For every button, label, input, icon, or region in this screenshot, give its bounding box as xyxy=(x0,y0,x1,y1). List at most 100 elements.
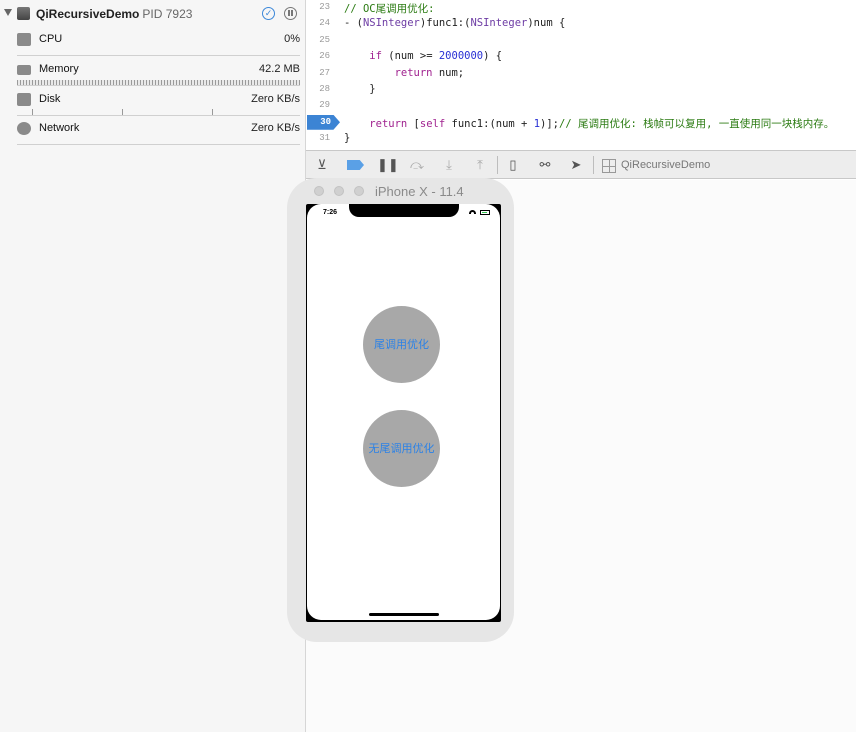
breakpoint-marker[interactable]: 30 xyxy=(307,114,340,130)
code-text: } xyxy=(344,132,350,144)
code-line[interactable]: 31} xyxy=(306,131,856,147)
disk-icon xyxy=(17,93,31,106)
gauge-value: 0% xyxy=(284,33,300,45)
code-line[interactable]: 24- (NSInteger)func1:(NSInteger)num { xyxy=(306,16,856,32)
code-token: } xyxy=(344,132,351,145)
line-number: 27 xyxy=(319,67,330,78)
process-pid: PID 7923 xyxy=(142,7,193,21)
code-token: } xyxy=(344,83,376,95)
code-token: func1:(num + xyxy=(445,117,534,130)
toolbar-separator xyxy=(593,156,594,174)
line-number: 23 xyxy=(319,2,330,12)
debug-navigator: QiRecursiveDemo PID 7923 ✓ CPU 0% Memory … xyxy=(0,0,306,732)
gauge-network[interactable]: Network Zero KB/s xyxy=(17,117,300,145)
simulator-window[interactable]: iPhone X - 11.4 7:26 尾调用优化 无尾调用优化 xyxy=(287,178,514,642)
line-number: 24 xyxy=(319,18,330,29)
gauge-value: Zero KB/s xyxy=(251,122,300,134)
gauge-label: CPU xyxy=(39,33,63,45)
debug-bar: ⊻ ❚❚ ⤼ ⤓ ⤒ ▯ ⚯ ➤ QiRecursiveDemo xyxy=(306,150,856,179)
code-text: } xyxy=(344,83,376,95)
code-text: return num; xyxy=(344,66,465,79)
close-window-icon[interactable] xyxy=(314,186,324,196)
code-token: NSInteger xyxy=(470,17,528,30)
battery-icon xyxy=(480,210,490,215)
process-row[interactable]: QiRecursiveDemo PID 7923 ✓ xyxy=(0,0,305,28)
iphone-notch xyxy=(349,204,459,217)
zoom-window-icon[interactable] xyxy=(354,186,364,196)
code-line[interactable]: 28 } xyxy=(306,82,856,98)
pause-process-icon[interactable] xyxy=(284,7,297,20)
app-icon xyxy=(17,7,30,20)
code-editor[interactable]: 23// OC尾调用优化: 24- (NSInteger)func1:(NSInt… xyxy=(306,0,856,150)
step-over-icon[interactable]: ⤼ xyxy=(409,157,425,173)
process-title: QiRecursiveDemo PID 7923 xyxy=(36,7,192,21)
breakpoints-toggle-icon[interactable] xyxy=(347,160,364,170)
disk-ticks xyxy=(32,109,230,115)
code-text: - (NSInteger)func1:(NSInteger)num { xyxy=(344,17,565,29)
line-number: 31 xyxy=(319,133,330,144)
gauge-label: Memory xyxy=(39,63,79,75)
process-name: QiRecursiveDemo xyxy=(36,7,140,21)
gauge-icon[interactable]: ✓ xyxy=(262,7,275,20)
code-token: )func1:( xyxy=(419,17,471,30)
home-indicator[interactable] xyxy=(369,613,439,616)
disclosure-triangle-icon[interactable] xyxy=(4,9,12,16)
code-token: 2000000 xyxy=(438,50,484,63)
wifi-icon xyxy=(469,210,476,214)
code-token: num; xyxy=(432,66,465,79)
code-line[interactable]: 30 return [self func1:(num + 1)];// 尾调用优… xyxy=(306,114,856,131)
memory-icon xyxy=(17,65,31,75)
gauge-memory[interactable]: Memory 42.2 MB xyxy=(17,58,300,86)
cpu-icon xyxy=(17,33,31,46)
memory-bar xyxy=(17,80,300,85)
line-number: 25 xyxy=(319,34,330,45)
step-into-icon[interactable]: ⤓ xyxy=(441,157,457,173)
gauge-value: Zero KB/s xyxy=(251,93,300,105)
network-icon xyxy=(17,122,31,135)
pause-icon[interactable]: ❚❚ xyxy=(377,157,399,173)
line-number: 30 xyxy=(320,116,331,127)
gauge-label: Disk xyxy=(39,93,61,105)
no-tail-call-button[interactable]: 无尾调用优化 xyxy=(363,410,440,487)
code-token: NSInteger xyxy=(362,17,420,30)
code-line[interactable]: 23 // OC尾调用优化: xyxy=(306,0,856,16)
code-token: return xyxy=(369,117,408,130)
code-text: if (num >= 2000000) { xyxy=(344,50,502,62)
iphone-frame: 7:26 尾调用优化 无尾调用优化 xyxy=(306,204,501,622)
debug-target-name: QiRecursiveDemo xyxy=(621,159,711,171)
code-token: if xyxy=(369,50,382,63)
code-token: return xyxy=(394,66,433,79)
code-token: self xyxy=(419,117,446,130)
code-token: )num { xyxy=(527,17,566,30)
view-hierarchy-icon[interactable]: ▯ xyxy=(505,157,521,173)
code-token: )]; xyxy=(540,117,559,130)
line-number: 29 xyxy=(319,100,330,111)
iphone-screen: 7:26 尾调用优化 无尾调用优化 xyxy=(307,204,500,620)
simulator-titlebar[interactable]: iPhone X - 11.4 xyxy=(287,178,514,204)
code-line[interactable]: 29 xyxy=(306,98,856,114)
location-icon[interactable]: ➤ xyxy=(568,157,584,173)
code-token: ) { xyxy=(483,50,503,63)
code-token: - ( xyxy=(344,17,363,30)
memory-graph-icon[interactable]: ⚯ xyxy=(537,157,553,173)
gauge-cpu[interactable]: CPU 0% xyxy=(17,28,300,56)
line-number: 28 xyxy=(319,84,330,94)
tail-call-button[interactable]: 尾调用优化 xyxy=(363,306,440,383)
toolbar-separator xyxy=(497,156,498,174)
gauge-label: Network xyxy=(39,122,80,134)
hide-debug-area-icon[interactable]: ⊻ xyxy=(314,157,330,173)
simulator-title: iPhone X - 11.4 xyxy=(375,184,464,199)
code-token: (num >= xyxy=(381,50,439,63)
code-line[interactable]: 25 xyxy=(306,33,856,49)
code-line[interactable]: 27 return num; xyxy=(306,66,856,82)
code-text: return [self func1:(num + 1)];// 尾调用优化: … xyxy=(344,116,834,131)
step-out-icon[interactable]: ⤒ xyxy=(472,157,488,173)
gauge-disk[interactable]: Disk Zero KB/s xyxy=(17,88,300,116)
status-time: 7:26 xyxy=(323,209,338,216)
code-line[interactable]: 26 if (num >= 2000000) { xyxy=(306,49,856,65)
minimize-window-icon[interactable] xyxy=(334,186,344,196)
code-token: [ xyxy=(407,117,420,130)
